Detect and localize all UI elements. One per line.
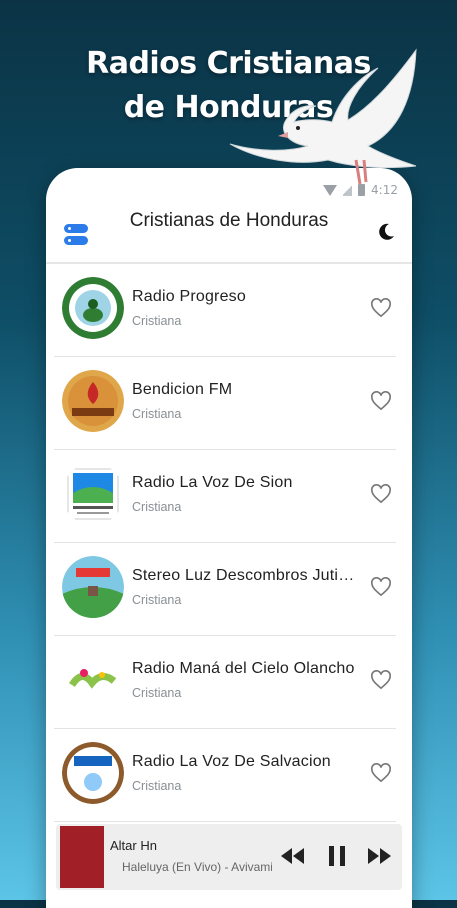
bendicion-fm-logo [62, 370, 124, 432]
heart-outline-icon[interactable] [370, 763, 392, 783]
stereo-luz-logo [62, 556, 124, 618]
album-cover [60, 826, 104, 888]
mini-player[interactable]: Altar Hn Haleluya (En Vivo) - Avivamient… [56, 824, 402, 890]
station-name: Radio La Voz De Salvacion [132, 753, 331, 770]
heart-outline-icon[interactable] [370, 298, 392, 318]
moon-icon[interactable] [376, 222, 396, 242]
station-row[interactable]: Radio La Voz De Sion Cristiana [54, 450, 396, 543]
player-station-name: Altar Hn [110, 838, 157, 853]
station-row[interactable]: Radio Maná del Cielo Olancho Cristiana [54, 636, 396, 729]
radio-mana-del-cielo-logo [62, 649, 124, 711]
station-name: Bendicion FM [132, 381, 233, 398]
station-name: Radio Progreso [132, 288, 246, 305]
radio-la-voz-de-salvacion-logo [62, 742, 124, 804]
station-row[interactable]: Radio La Voz De Salvacion Cristiana [54, 729, 396, 822]
station-name: Radio La Voz De Sion [132, 474, 293, 491]
station-genre: Cristiana [132, 686, 182, 700]
heart-outline-icon[interactable] [370, 577, 392, 597]
station-genre: Cristiana [132, 779, 182, 793]
menu-toggle-icon[interactable] [64, 224, 88, 246]
station-row[interactable]: Stereo Luz Descombros Jutiapa Cristiana [54, 543, 396, 636]
radio-la-voz-de-sion-logo [67, 468, 119, 520]
station-genre: Cristiana [132, 314, 182, 328]
station-row[interactable]: Bendicion FM Cristiana [54, 357, 396, 450]
radio-progreso-logo [62, 277, 124, 339]
heart-outline-icon[interactable] [370, 391, 392, 411]
station-genre: Cristiana [132, 500, 182, 514]
rewind-icon[interactable] [280, 844, 306, 868]
heart-outline-icon[interactable] [370, 670, 392, 690]
station-name: Radio Maná del Cielo Olancho [132, 660, 355, 677]
station-list: Radio Progreso Cristiana Bendicion FM Cr… [54, 264, 396, 822]
app-title: Cristianas de Honduras [129, 210, 329, 231]
station-genre: Cristiana [132, 407, 182, 421]
dove-image [229, 48, 417, 185]
heart-outline-icon[interactable] [370, 484, 392, 504]
station-genre: Cristiana [132, 593, 182, 607]
fast-forward-icon[interactable] [366, 844, 392, 868]
pause-icon[interactable] [324, 844, 350, 868]
player-song-title: Haleluya (En Vivo) - Avivamiento [122, 860, 272, 874]
app-bar: Cristianas de Honduras [46, 204, 412, 264]
station-row[interactable]: Radio Progreso Cristiana [54, 264, 396, 357]
phone-frame: 4:12 Cristianas de Honduras Radio Progre… [46, 168, 412, 908]
station-name: Stereo Luz Descombros Jutiapa [132, 567, 362, 584]
